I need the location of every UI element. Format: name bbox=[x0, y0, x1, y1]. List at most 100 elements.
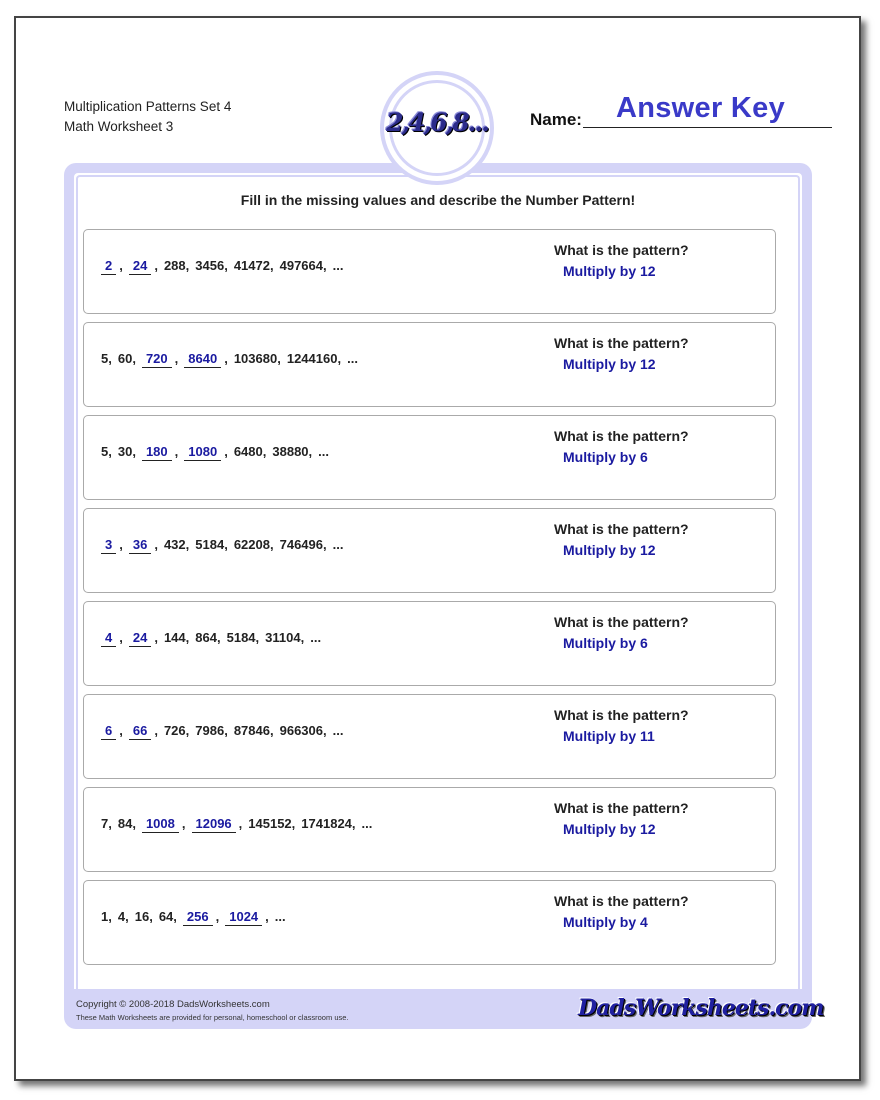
pattern-question: What is the pattern? bbox=[554, 428, 689, 444]
pattern-question: What is the pattern? bbox=[554, 800, 689, 816]
answer-blank[interactable]: 24 bbox=[128, 257, 152, 275]
comma-separator: , bbox=[269, 258, 274, 273]
comma-separator: , bbox=[215, 909, 220, 924]
comma-separator: , bbox=[173, 909, 177, 924]
sequence-term: ... bbox=[310, 630, 322, 645]
answer-blank[interactable]: 1080 bbox=[184, 443, 222, 461]
comma-separator: , bbox=[181, 816, 186, 831]
problem-box: 6, 66, 726, 7986, 87846, 966306,... What is th… bbox=[83, 694, 776, 779]
sequence-term: 746496 bbox=[279, 537, 323, 552]
answer-blank[interactable]: 1008 bbox=[141, 815, 179, 833]
comma-separator: , bbox=[224, 444, 228, 459]
answer-blank[interactable]: 180 bbox=[141, 443, 172, 461]
comma-separator: , bbox=[300, 630, 305, 645]
sequence-badge-icon: 2,4,6,8... bbox=[380, 71, 494, 185]
sequence-term: ... bbox=[332, 258, 344, 273]
comma-separator: , bbox=[224, 351, 228, 366]
answer-blank[interactable]: 66 bbox=[128, 722, 152, 740]
comma-separator: , bbox=[119, 537, 123, 552]
worksheet-title: Multiplication Patterns Set 4 Math Works… bbox=[64, 97, 231, 137]
answer-blank[interactable]: 720 bbox=[141, 350, 172, 368]
comma-separator: , bbox=[216, 630, 221, 645]
comma-separator: , bbox=[323, 258, 327, 273]
sequence-term: 288 bbox=[163, 258, 186, 273]
name-label: Name: bbox=[530, 110, 582, 129]
pattern-answer[interactable]: Multiply by 12 bbox=[563, 821, 656, 837]
answer-blank[interactable]: 256 bbox=[182, 908, 213, 926]
comma-separator: , bbox=[224, 258, 228, 273]
number-sequence: 1, 4, 16, 64, 256, 1024,... bbox=[101, 908, 286, 926]
pattern-answer[interactable]: Multiply by 6 bbox=[563, 635, 648, 651]
answer-blank[interactable]: 36 bbox=[128, 536, 152, 554]
answer-blank[interactable]: 24 bbox=[128, 629, 152, 647]
problem-box: 5, 30, 180, 1080, 6480, 38880,... What is the … bbox=[83, 415, 776, 500]
sequence-term: 38880 bbox=[272, 444, 309, 459]
comma-separator: , bbox=[108, 444, 112, 459]
comma-separator: , bbox=[108, 351, 112, 366]
sequence-term: ... bbox=[274, 909, 286, 924]
problem-box: 7, 84, 1008, 12096, 145152, 1741824,... What i… bbox=[83, 787, 776, 872]
sequence-term: 497664 bbox=[279, 258, 323, 273]
comma-separator: , bbox=[108, 909, 112, 924]
comma-separator: , bbox=[308, 444, 313, 459]
comma-separator: , bbox=[132, 444, 136, 459]
answer-blank[interactable]: 6 bbox=[101, 722, 117, 740]
sequence-term: 7986 bbox=[195, 723, 225, 738]
footer-copyright: Copyright © 2008-2018 DadsWorksheets.com… bbox=[76, 998, 349, 1024]
comma-separator: , bbox=[185, 258, 190, 273]
sequence-term: 6480 bbox=[233, 444, 263, 459]
name-underline bbox=[583, 127, 832, 128]
sequence-term: 432 bbox=[163, 537, 186, 552]
comma-separator: , bbox=[132, 816, 136, 831]
number-sequence: 5, 60, 720, 8640, 103680, 1244160,... bbox=[101, 350, 358, 368]
pattern-answer[interactable]: Multiply by 4 bbox=[563, 914, 648, 930]
sequence-term: ... bbox=[361, 816, 373, 831]
pattern-answer[interactable]: Multiply by 12 bbox=[563, 356, 656, 372]
answer-blank[interactable]: 3 bbox=[101, 536, 117, 554]
pattern-answer[interactable]: Multiply by 12 bbox=[563, 263, 656, 279]
sequence-term: 31104 bbox=[265, 630, 301, 645]
sequence-term: 4 bbox=[117, 909, 126, 924]
pattern-question: What is the pattern? bbox=[554, 521, 689, 537]
problem-box: 1, 4, 16, 64, 256, 1024,... What is the patter… bbox=[83, 880, 776, 965]
comma-separator: , bbox=[119, 258, 123, 273]
pattern-question: What is the pattern? bbox=[554, 614, 689, 630]
number-sequence: 2, 24, 288, 3456, 41472, 497664,... bbox=[101, 257, 343, 275]
sequence-term: 62208 bbox=[233, 537, 270, 552]
problem-box: 2, 24, 288, 3456, 41472, 497664,... What is th… bbox=[83, 229, 776, 314]
comma-separator: , bbox=[337, 351, 342, 366]
comma-separator: , bbox=[224, 723, 228, 738]
comma-separator: , bbox=[262, 444, 267, 459]
answer-blank[interactable]: 12096 bbox=[191, 815, 236, 833]
sequence-term: 3456 bbox=[195, 258, 225, 273]
comma-separator: , bbox=[149, 909, 153, 924]
answer-blank[interactable]: 8640 bbox=[184, 350, 222, 368]
sequence-term: ... bbox=[347, 351, 358, 366]
comma-separator: , bbox=[119, 723, 123, 738]
comma-separator: , bbox=[108, 816, 112, 831]
comma-separator: , bbox=[174, 444, 179, 459]
comma-separator: , bbox=[255, 630, 260, 645]
problem-box: 4, 24, 144, 864, 5184, 31104,... What is the p… bbox=[83, 601, 776, 686]
answer-blank[interactable]: 1024 bbox=[225, 908, 263, 926]
comma-separator: , bbox=[269, 537, 274, 552]
comma-separator: , bbox=[277, 351, 281, 366]
comma-separator: , bbox=[119, 630, 123, 645]
sequence-term: 30 bbox=[117, 444, 133, 459]
sequence-term: ... bbox=[318, 444, 329, 459]
pattern-question: What is the pattern? bbox=[554, 242, 689, 258]
sequence-term: 144 bbox=[163, 630, 186, 645]
comma-separator: , bbox=[323, 723, 327, 738]
sequence-term: 864 bbox=[195, 630, 217, 645]
copyright-text: Copyright © 2008-2018 DadsWorksheets.com bbox=[76, 999, 270, 1010]
answer-blank[interactable]: 2 bbox=[101, 257, 117, 275]
pattern-answer[interactable]: Multiply by 11 bbox=[563, 728, 655, 744]
number-sequence: 5, 30, 180, 1080, 6480, 38880,... bbox=[101, 443, 329, 461]
answer-blank[interactable]: 4 bbox=[101, 629, 117, 647]
instructions: Fill in the missing values and describe … bbox=[240, 192, 636, 208]
sequence-term: 16 bbox=[134, 909, 150, 924]
sequence-term: 1244160 bbox=[286, 351, 338, 366]
pattern-answer[interactable]: Multiply by 12 bbox=[563, 542, 656, 558]
pattern-answer[interactable]: Multiply by 6 bbox=[563, 449, 648, 465]
comma-separator: , bbox=[174, 351, 179, 366]
